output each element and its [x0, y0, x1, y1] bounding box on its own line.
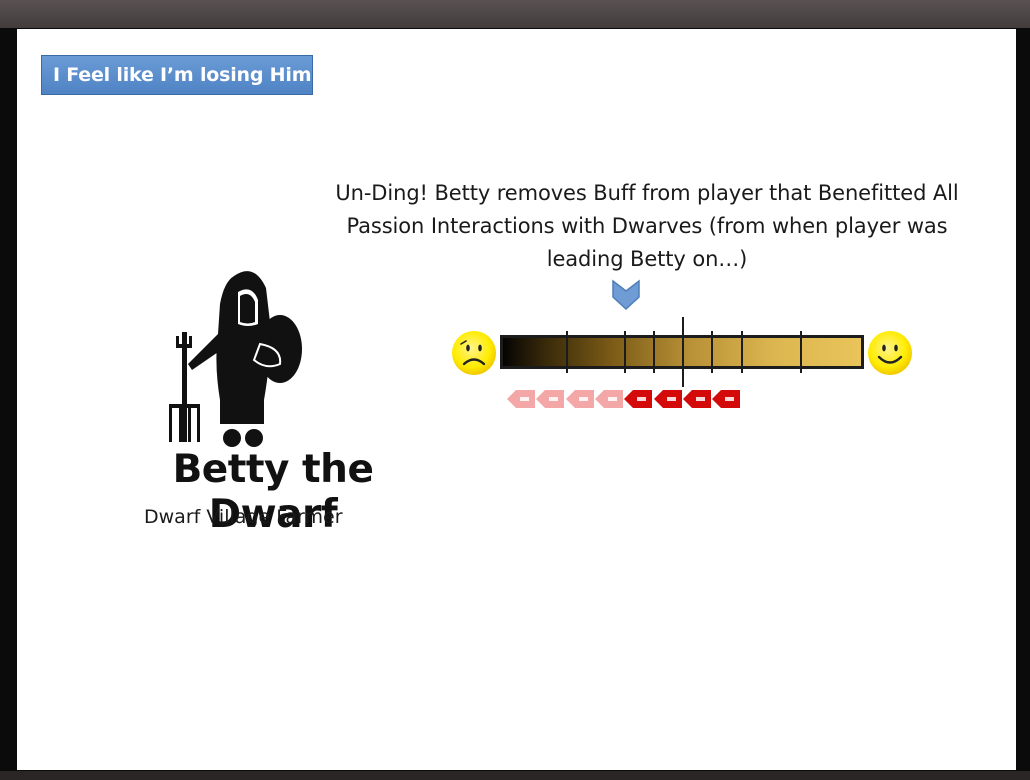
- buff-arrow-active: [653, 390, 682, 408]
- buff-arrow-faded: [536, 390, 565, 408]
- buff-arrow-faded: [565, 390, 594, 408]
- happy-face-icon: [868, 331, 912, 375]
- meter-center-tick: [682, 317, 684, 387]
- window-top-bar: [0, 0, 1030, 28]
- dwarf-farmer-icon: [169, 271, 302, 447]
- meter-tick: [653, 331, 655, 373]
- caption-line: leading Betty on…): [546, 247, 748, 271]
- meter-tick: [711, 331, 713, 373]
- caption: Un-Ding! Betty removes Buff from player …: [287, 177, 1007, 276]
- sad-face-icon: [452, 331, 496, 375]
- window-bottom-bar: [0, 771, 1030, 780]
- down-arrow-icon: [612, 279, 640, 311]
- meter-tick: [741, 331, 743, 373]
- buff-arrow-faded: [594, 390, 623, 408]
- caption-line: Passion Interactions with Dwarves (from …: [346, 214, 948, 238]
- character-role: Dwarf Village Farmer: [144, 506, 343, 528]
- buff-arrow-faded: [507, 390, 535, 408]
- buff-arrow-active: [682, 390, 711, 408]
- buff-arrow-active: [624, 390, 653, 408]
- slide-title: I Feel like I’m losing Him: [41, 55, 313, 95]
- caption-line: Un-Ding! Betty removes Buff from player …: [335, 181, 959, 205]
- slide: I Feel like I’m losing Him Un-Ding! Bett…: [17, 29, 1016, 770]
- meter-tick: [624, 331, 626, 373]
- meter-tick: [566, 331, 568, 373]
- meter-tick: [800, 331, 802, 373]
- buff-arrow-active: [712, 390, 741, 408]
